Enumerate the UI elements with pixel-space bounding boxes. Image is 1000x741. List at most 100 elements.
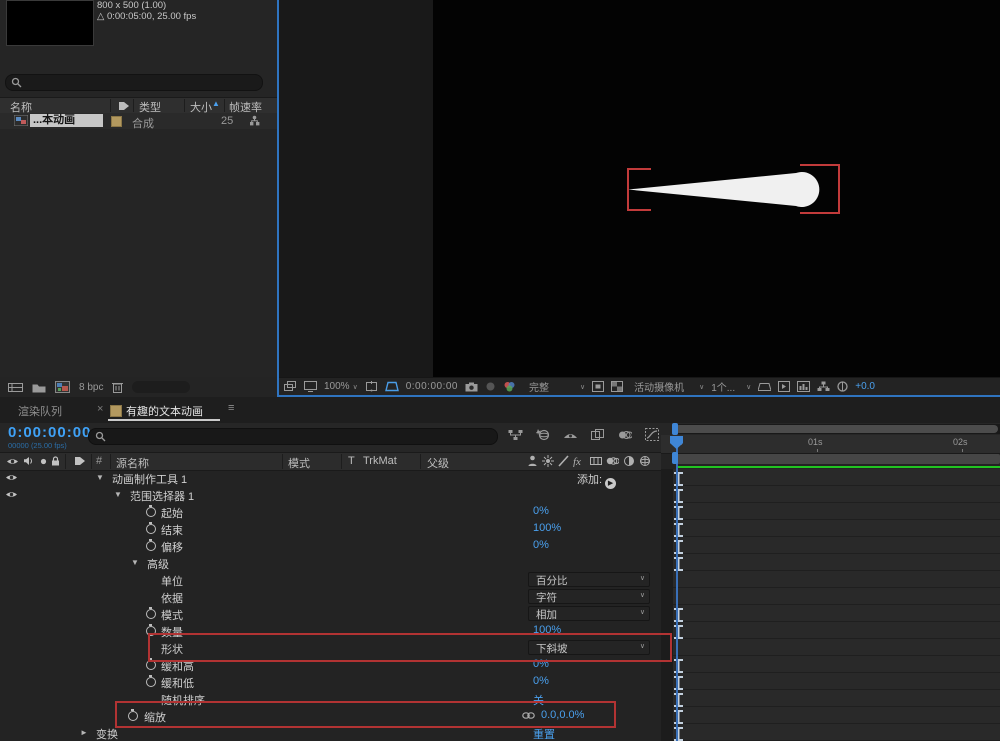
track-cell[interactable] — [673, 503, 1000, 520]
row-ease-low[interactable]: 缓和低 0% — [0, 673, 1000, 690]
flowchart-icon[interactable] — [817, 381, 830, 392]
frame-blend-switch-icon[interactable] — [590, 455, 602, 467]
row-range-selector[interactable]: ▼ 范围选择器 1 — [0, 486, 1000, 503]
timeline-graph-icon[interactable] — [797, 381, 810, 392]
mini-flowchart-icon[interactable] — [508, 429, 523, 441]
viewer-timecode[interactable]: 0:00:00:00 — [406, 381, 458, 392]
row-based-on[interactable]: 依据 字符∨ — [0, 588, 1000, 605]
reset-link[interactable]: 重置 — [533, 726, 555, 741]
stopwatch-icon[interactable] — [146, 507, 156, 517]
track-cell[interactable] — [673, 605, 1000, 622]
transparency-grid-icon[interactable] — [611, 381, 623, 392]
row-end[interactable]: 结束 100% — [0, 520, 1000, 537]
track-cell[interactable] — [673, 588, 1000, 605]
eye-icon[interactable] — [6, 457, 19, 466]
track-cell[interactable] — [673, 486, 1000, 503]
row-label[interactable]: 变换 — [96, 726, 118, 741]
horizontal-scrollbar[interactable] — [673, 424, 1000, 434]
draft-3d-icon[interactable] — [536, 428, 550, 441]
track-cell[interactable] — [673, 656, 1000, 673]
solo-icon[interactable] — [40, 458, 47, 465]
row-label[interactable]: 动画制作工具 1 — [112, 471, 187, 487]
row-advanced[interactable]: ▼ 高级 — [0, 554, 1000, 571]
twirl-icon[interactable]: ▼ — [131, 558, 139, 567]
new-folder-icon[interactable] — [32, 382, 46, 393]
region-of-interest-icon[interactable] — [365, 381, 378, 392]
row-offset[interactable]: 偏移 0% — [0, 537, 1000, 554]
pixel-aspect-icon[interactable] — [758, 382, 771, 392]
col-t[interactable]: T — [348, 455, 355, 467]
row-units[interactable]: 单位 百分比∨ — [0, 571, 1000, 588]
row-label[interactable]: 高级 — [147, 556, 169, 572]
camera-select[interactable]: 活动摄像机∨ — [634, 379, 704, 394]
eye-icon[interactable] — [5, 490, 18, 499]
resolution-select[interactable]: 完整∨ — [529, 379, 585, 394]
adjustment-layer-switch-icon[interactable] — [623, 455, 635, 467]
snapshot-camera-icon[interactable] — [465, 382, 478, 392]
reset-exposure-icon[interactable] — [837, 381, 848, 392]
stopwatch-icon[interactable] — [146, 541, 156, 551]
exposure-value[interactable]: +0.0 — [855, 381, 875, 392]
fast-previews-icon[interactable] — [778, 381, 790, 392]
lock-icon[interactable] — [51, 456, 60, 466]
trash-icon[interactable] — [112, 381, 123, 393]
monitor-icon[interactable] — [304, 381, 317, 392]
track-cell[interactable] — [673, 690, 1000, 707]
row-label[interactable]: 偏移 — [161, 539, 183, 555]
track-cell[interactable] — [673, 571, 1000, 588]
graph-editor-icon[interactable] — [645, 428, 659, 441]
threed-switch-icon[interactable] — [639, 455, 651, 467]
row-mode[interactable]: 模式 相加∨ — [0, 605, 1000, 622]
track-cell[interactable] — [673, 622, 1000, 639]
row-label[interactable]: 单位 — [161, 573, 183, 589]
shy-layers-icon[interactable] — [563, 429, 578, 441]
twirl-icon[interactable]: ▼ — [114, 490, 122, 499]
quality-switch-icon[interactable] — [558, 455, 569, 467]
work-area-start-handle[interactable] — [672, 452, 678, 464]
project-search-input[interactable] — [5, 74, 263, 91]
work-area-bar[interactable] — [673, 454, 1000, 464]
track-cell[interactable] — [673, 520, 1000, 537]
motion-blur-switch-icon[interactable] — [606, 455, 619, 467]
frame-blending-icon[interactable] — [591, 429, 605, 441]
property-value[interactable]: 0% — [533, 675, 549, 687]
layer-number-column[interactable]: # — [96, 455, 102, 467]
tag-icon[interactable] — [118, 101, 130, 111]
stopwatch-icon[interactable] — [146, 677, 156, 687]
label-color-swatch[interactable] — [111, 116, 122, 127]
twirl-icon[interactable]: ▼ — [96, 473, 104, 482]
stopwatch-icon[interactable] — [146, 609, 156, 619]
show-snapshot-icon[interactable] — [485, 381, 496, 392]
always-preview-icon[interactable] — [284, 381, 297, 392]
track-cell[interactable] — [673, 707, 1000, 724]
collapse-switch-icon[interactable] — [542, 455, 554, 467]
track-cell[interactable] — [673, 469, 1000, 486]
track-cell[interactable] — [673, 639, 1000, 656]
tab-composition[interactable]: 有趣的文本动画 — [126, 403, 203, 419]
close-icon[interactable]: × — [97, 403, 103, 415]
animated-text-shape[interactable] — [628, 171, 822, 208]
row-animator[interactable]: ▼ 动画制作工具 1 添加:▶ — [0, 469, 1000, 486]
channel-rgb-icon[interactable] — [503, 381, 516, 392]
motion-blur-icon[interactable] — [618, 429, 632, 441]
stopwatch-icon[interactable] — [146, 524, 156, 534]
tab-render-queue[interactable]: 渲染队列 — [18, 403, 62, 419]
row-label[interactable]: 范围选择器 1 — [130, 488, 194, 504]
sort-asc-icon[interactable]: ▲ — [212, 99, 220, 108]
playhead-line[interactable] — [676, 447, 678, 741]
footage-icon[interactable] — [8, 382, 23, 393]
units-dropdown[interactable]: 百分比∨ — [528, 572, 650, 587]
audio-icon[interactable] — [23, 456, 34, 466]
row-label[interactable]: 起始 — [161, 505, 183, 521]
current-time-display[interactable]: 0:00:00:00 — [8, 424, 91, 441]
project-item-row[interactable]: ...本动画 合成 25 — [0, 113, 277, 129]
property-value[interactable]: 0% — [533, 539, 549, 551]
effects-switch-icon[interactable]: fx — [573, 455, 586, 467]
time-ruler[interactable]: 0s 01s 02s — [661, 435, 1000, 454]
magnification-select[interactable]: 100%∨ — [324, 381, 358, 392]
row-label[interactable]: 模式 — [161, 607, 183, 623]
row-label[interactable]: 结束 — [161, 522, 183, 538]
eye-icon[interactable] — [5, 473, 18, 482]
timeline-search-input[interactable] — [88, 428, 498, 445]
track-cell[interactable] — [673, 537, 1000, 554]
